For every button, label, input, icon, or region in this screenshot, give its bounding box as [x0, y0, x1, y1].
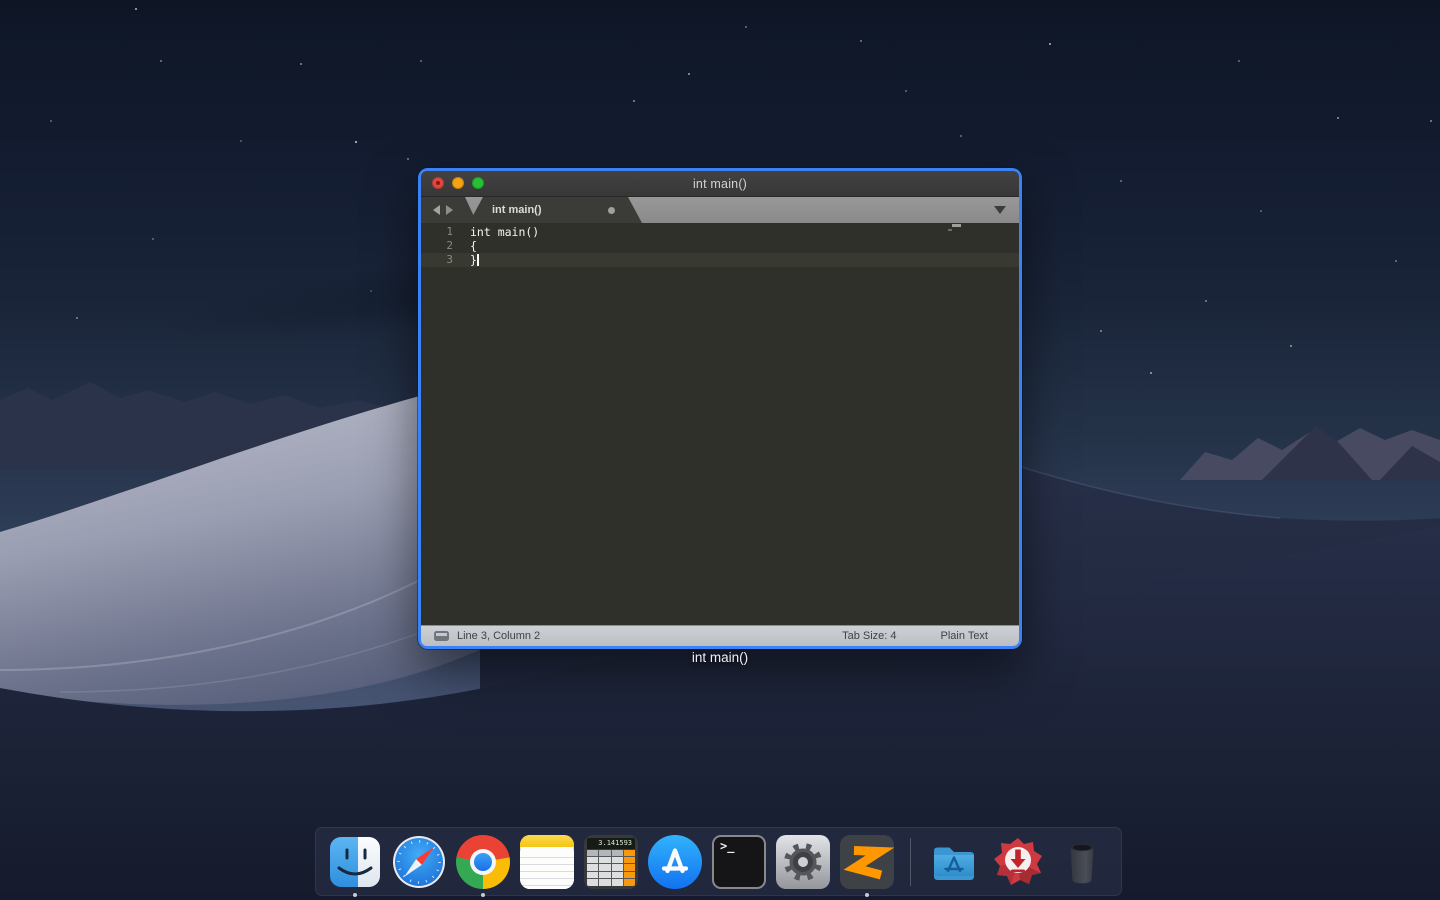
app-store-icon — [648, 835, 702, 889]
cursor-position[interactable]: Line 3, Column 2 — [457, 630, 540, 642]
running-indicator — [865, 893, 869, 897]
tab-int-main[interactable]: int main() — [469, 197, 642, 223]
terminal-icon: >_ — [712, 835, 766, 889]
dock-item-app-store[interactable] — [648, 835, 702, 889]
window-title: int main() — [693, 177, 747, 191]
sublime-text-icon — [840, 835, 894, 889]
panel-toggle-icon[interactable] — [434, 631, 449, 641]
dock-item-finder[interactable] — [328, 835, 382, 889]
traffic-lights — [432, 177, 484, 189]
code-text: { — [470, 239, 477, 253]
minimize-button[interactable] — [452, 177, 464, 189]
dock-item-calculator[interactable]: 3.141593 — [584, 835, 638, 889]
chrome-icon — [456, 835, 510, 889]
tab-bar: int main() — [421, 197, 1019, 223]
notes-icon — [520, 835, 574, 889]
dock-item-downloads-installer[interactable] — [991, 835, 1045, 889]
status-bar: Line 3, Column 2 Tab Size: 4 Plain Text — [421, 625, 1019, 646]
finder-icon — [328, 835, 382, 889]
system-preferences-gear-icon — [776, 835, 830, 889]
code-line-current: 3 } — [421, 253, 1019, 267]
close-button[interactable] — [432, 177, 444, 189]
trash-icon — [1055, 835, 1109, 889]
dock-item-trash[interactable] — [1055, 835, 1109, 889]
dock-item-applications-folder[interactable] — [927, 835, 981, 889]
tab-label: int main() — [492, 204, 542, 216]
code-text: int main() — [470, 225, 539, 239]
dock-item-safari[interactable] — [392, 835, 446, 889]
dock-item-chrome[interactable] — [456, 835, 510, 889]
syntax-setting[interactable]: Plain Text — [941, 630, 989, 642]
forward-arrow-icon[interactable] — [446, 205, 453, 215]
line-number: 1 — [421, 225, 453, 239]
line-number: 3 — [421, 253, 453, 267]
window-titlebar[interactable]: int main() — [421, 171, 1019, 197]
modified-dot-icon — [608, 207, 615, 214]
dock-item-system-preferences[interactable] — [776, 835, 830, 889]
desktop: { "desktop": { "window_label": "int main… — [0, 0, 1440, 900]
code-editor[interactable]: 1 int main() 2 { 3 } — [421, 223, 1019, 625]
running-indicator — [481, 893, 485, 897]
minimap-code-mark — [948, 229, 952, 231]
sublime-text-window[interactable]: int main() int main() 1 int main() 2 { — [418, 168, 1022, 649]
code-line: 1 int main() — [421, 225, 1019, 239]
tab-list-dropdown-icon[interactable] — [994, 206, 1006, 214]
code-text: } — [470, 253, 479, 267]
dock-item-sublime-text[interactable] — [840, 835, 894, 889]
safari-icon — [392, 835, 446, 889]
text-cursor — [477, 254, 479, 266]
expose-window-label: int main() — [418, 650, 1022, 665]
running-indicator — [353, 893, 357, 897]
minimap-code-mark — [952, 224, 961, 227]
calculator-display: 3.141593 — [587, 838, 635, 849]
line-number: 2 — [421, 239, 453, 253]
download-badge-icon — [991, 835, 1045, 889]
tab-nav-buttons — [421, 197, 477, 223]
dock: 3.141593 >_ — [315, 827, 1122, 896]
tab-size-setting[interactable]: Tab Size: 4 — [842, 630, 896, 642]
star-field — [0, 0, 2, 2]
dock-separator — [910, 838, 911, 886]
minimap[interactable] — [952, 224, 962, 232]
code-line: 2 { — [421, 239, 1019, 253]
calculator-icon: 3.141593 — [584, 835, 638, 889]
dock-item-terminal[interactable]: >_ — [712, 835, 766, 889]
zoom-button[interactable] — [472, 177, 484, 189]
back-arrow-icon[interactable] — [433, 205, 440, 215]
applications-folder-icon — [927, 835, 981, 889]
dock-item-notes[interactable] — [520, 835, 574, 889]
